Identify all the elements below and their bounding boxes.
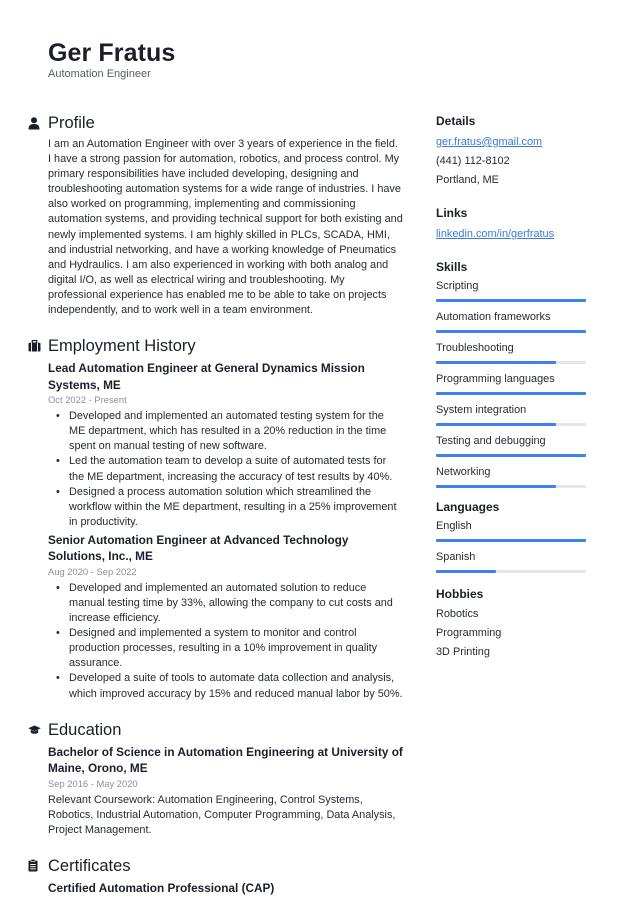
graduation-cap-icon bbox=[28, 725, 48, 735]
language-level-fill bbox=[436, 570, 496, 573]
job-bullet: Developed a suite of tools to automate d… bbox=[56, 671, 403, 701]
job-bullet: Designed and implemented a system to mon… bbox=[56, 626, 403, 671]
job-bullet: Developed and implemented an automated t… bbox=[56, 409, 403, 454]
skill-level-fill bbox=[436, 299, 586, 302]
education-section: Education Bachelor of Science in Automat… bbox=[28, 718, 403, 838]
links-heading: Links bbox=[436, 206, 468, 220]
skills-section: Skills Scripting Automation frameworks Tro… bbox=[436, 258, 588, 488]
languages-heading: Languages bbox=[436, 500, 500, 514]
candidate-name: Ger Fratus bbox=[48, 39, 176, 67]
skill-level-bar bbox=[436, 392, 586, 395]
skill-item: Automation frameworks bbox=[436, 309, 588, 333]
education-dates: Sep 2016 - May 2020 bbox=[48, 777, 138, 789]
job-dates: Aug 2020 - Sep 2022 bbox=[48, 565, 137, 577]
sidebar: Details ger.fratus@gmail.com (441) 112-8… bbox=[436, 112, 588, 676]
main-column: Profile I am an Automation Engineer with… bbox=[28, 111, 403, 896]
job-title: Senior Automation Engineer at Advanced T… bbox=[48, 532, 349, 564]
email-link[interactable]: ger.fratus@gmail.com bbox=[436, 136, 542, 148]
skill-level-bar bbox=[436, 423, 586, 426]
job-bullet: Developed and implemented an automated s… bbox=[56, 581, 403, 626]
links-section: Links linkedin.com/in/gerfratus bbox=[436, 204, 588, 244]
profile-section: Profile I am an Automation Engineer with… bbox=[28, 111, 403, 318]
language-item: English bbox=[436, 518, 588, 542]
linkedin-link[interactable]: linkedin.com/in/gerfratus bbox=[436, 228, 554, 240]
clipboard-icon bbox=[28, 859, 48, 872]
candidate-title: Automation Engineer bbox=[48, 68, 151, 80]
skill-label: System integration bbox=[436, 404, 527, 416]
job-dates: Oct 2022 - Present bbox=[48, 394, 127, 406]
skill-level-fill bbox=[436, 454, 586, 457]
certificate-item: Certified Automation Professional (CAP) bbox=[48, 880, 275, 895]
details-heading: Details bbox=[436, 114, 476, 128]
education-degree: Bachelor of Science in Automation Engine… bbox=[48, 744, 403, 776]
skill-item: Testing and debugging bbox=[436, 433, 588, 457]
employment-heading: Employment History bbox=[48, 337, 196, 356]
job-entry: Lead Automation Engineer at General Dyna… bbox=[48, 360, 403, 530]
job-entry: Senior Automation Engineer at Advanced T… bbox=[48, 532, 403, 702]
hobbies-heading: Hobbies bbox=[436, 587, 484, 601]
skill-label: Troubleshooting bbox=[436, 342, 514, 354]
skill-label: Automation frameworks bbox=[436, 311, 551, 323]
location: Portland, ME bbox=[436, 174, 499, 186]
skill-item: Troubleshooting bbox=[436, 340, 588, 364]
language-label: English bbox=[436, 520, 472, 532]
user-icon bbox=[28, 116, 48, 130]
skill-item: Networking bbox=[436, 464, 588, 488]
hobby-item: Programming bbox=[436, 627, 502, 639]
skill-label: Testing and debugging bbox=[436, 435, 546, 447]
language-label: Spanish bbox=[436, 551, 476, 563]
details-section: Details ger.fratus@gmail.com (441) 112-8… bbox=[436, 112, 588, 190]
certificates-heading: Certificates bbox=[48, 856, 131, 875]
resume-header: Ger Fratus Automation Engineer bbox=[48, 38, 175, 81]
skill-level-bar bbox=[436, 299, 586, 302]
job-bullets: Developed and implemented an automated t… bbox=[48, 409, 403, 530]
employment-section: Employment History Lead Automation Engin… bbox=[28, 334, 403, 702]
certificates-section: Certificates Certified Automation Profes… bbox=[28, 854, 403, 897]
briefcase-icon bbox=[28, 340, 48, 352]
skill-level-fill bbox=[436, 361, 556, 364]
skill-level-fill bbox=[436, 392, 586, 395]
education-description: Relevant Coursework: Automation Engineer… bbox=[48, 793, 396, 836]
profile-heading: Profile bbox=[48, 114, 95, 132]
skill-level-bar bbox=[436, 454, 586, 457]
job-bullet: Led the automation team to develop a sui… bbox=[56, 454, 403, 484]
languages-section: Languages English Spanish bbox=[436, 498, 588, 573]
skill-label: Scripting bbox=[436, 280, 479, 292]
skill-level-bar bbox=[436, 485, 586, 488]
skill-item: Programming languages bbox=[436, 371, 588, 395]
skills-heading: Skills bbox=[436, 260, 468, 274]
job-bullet: Designed a process automation solution w… bbox=[56, 485, 403, 530]
job-title: Lead Automation Engineer at General Dyna… bbox=[48, 361, 365, 392]
profile-text: I am an Automation Engineer with over 3 … bbox=[48, 138, 403, 317]
phone-number: (441) 112-8102 bbox=[436, 155, 510, 167]
skill-level-bar bbox=[436, 330, 586, 333]
language-level-bar bbox=[436, 570, 586, 573]
skill-label: Programming languages bbox=[436, 373, 555, 385]
hobby-item: Robotics bbox=[436, 608, 479, 620]
language-item: Spanish bbox=[436, 549, 588, 573]
skill-item: System integration bbox=[436, 402, 588, 426]
skill-item: Scripting bbox=[436, 278, 588, 302]
language-level-bar bbox=[436, 539, 586, 542]
skill-level-fill bbox=[436, 423, 556, 426]
job-bullets: Developed and implemented an automated s… bbox=[48, 581, 403, 702]
skill-level-bar bbox=[436, 361, 586, 364]
skill-level-fill bbox=[436, 485, 556, 488]
education-heading: Education bbox=[48, 720, 122, 739]
language-level-fill bbox=[436, 539, 586, 542]
hobbies-section: Hobbies Robotics Programming 3D Printing bbox=[436, 585, 588, 662]
hobby-item: 3D Printing bbox=[436, 646, 490, 658]
skill-level-fill bbox=[436, 330, 586, 333]
skill-label: Networking bbox=[436, 466, 491, 478]
